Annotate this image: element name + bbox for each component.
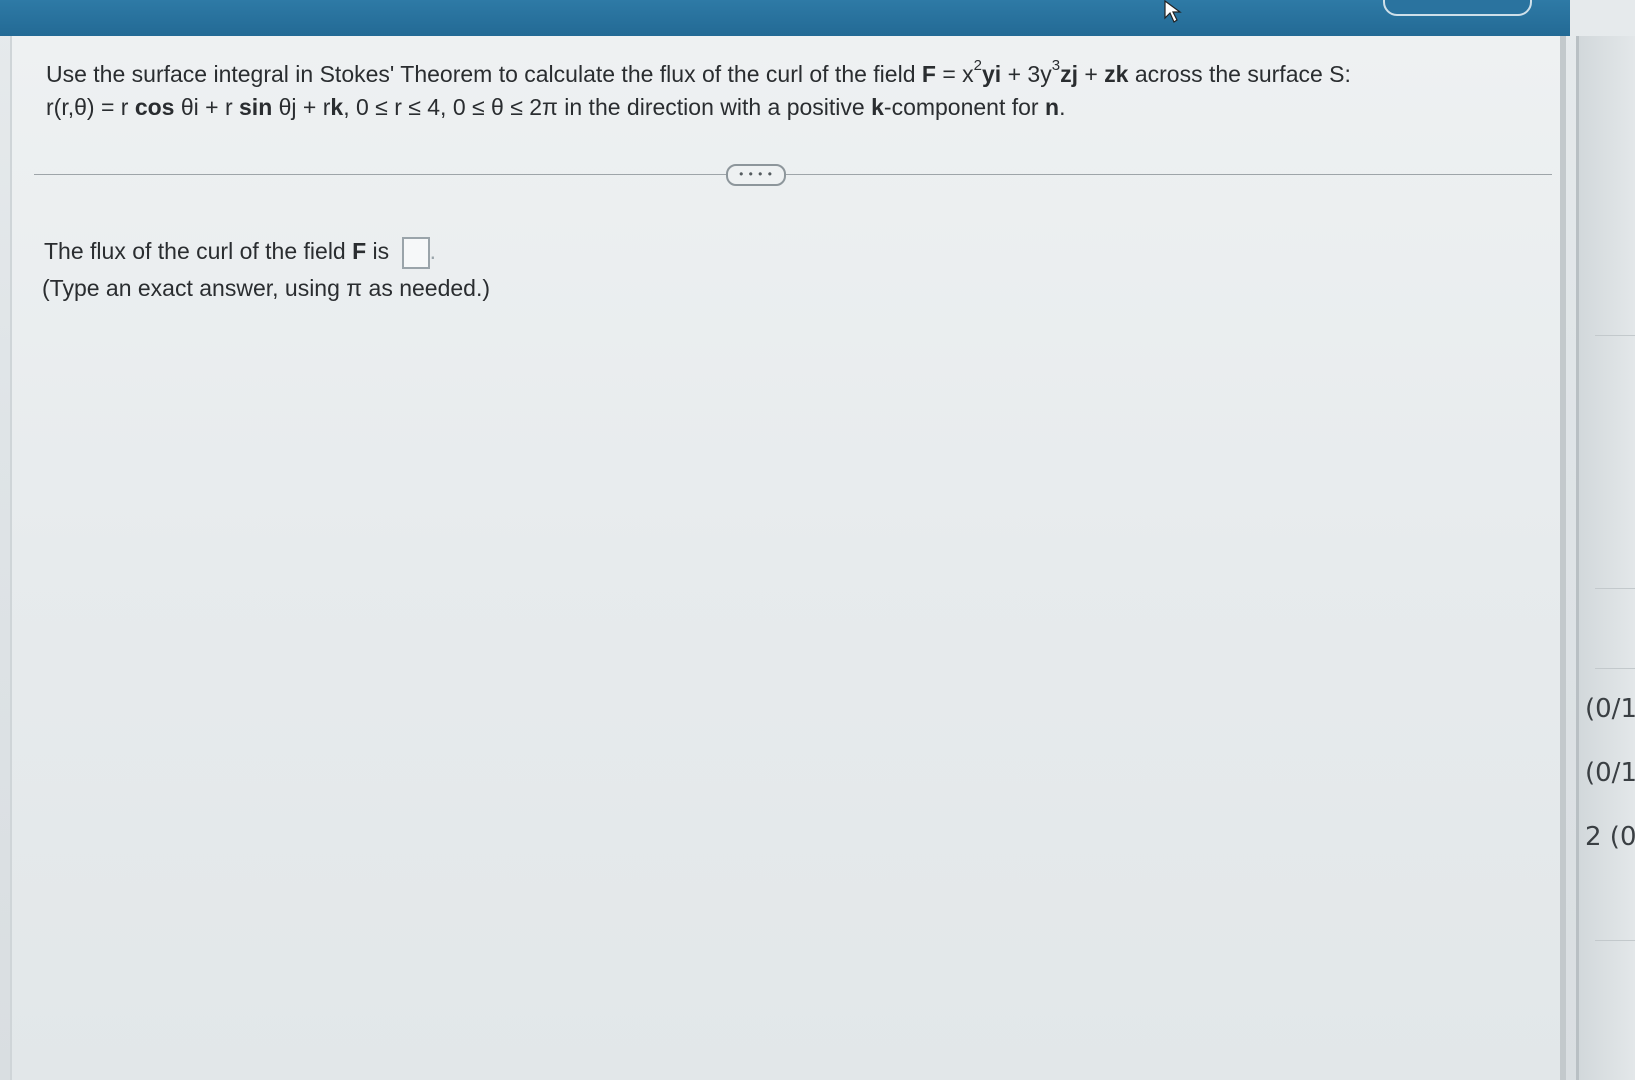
question-text: Use the surface integral in Stokes' Theo… xyxy=(46,58,1446,124)
plus: + xyxy=(1077,61,1105,87)
theta-i: θi + r xyxy=(174,94,240,120)
sidebar-divider xyxy=(1595,668,1635,669)
k-component: k xyxy=(871,94,884,120)
period: . xyxy=(1059,94,1066,120)
question-intro: Use the surface integral in Stokes' Theo… xyxy=(46,61,922,87)
screen: Use the surface integral in Stokes' Theo… xyxy=(0,0,1635,1080)
answer-period: . xyxy=(429,238,436,264)
r-function: r(r,θ) = r xyxy=(46,94,135,120)
top-bar xyxy=(0,0,1570,36)
answer-field-symbol: F xyxy=(352,238,367,264)
score-item[interactable]: (0/1 xyxy=(1585,694,1635,724)
expand-more-button[interactable]: • • • • xyxy=(726,164,786,186)
parameter-range: , 0 ≤ r ≤ 4, 0 ≤ θ ≤ 2π in the direction… xyxy=(343,94,872,120)
answer-input[interactable] xyxy=(401,236,430,269)
score-item[interactable]: (0/1 xyxy=(1585,758,1635,788)
across-surface: across the surface S: xyxy=(1128,61,1351,87)
mouse-cursor-icon xyxy=(1164,0,1182,23)
normal-n: n xyxy=(1045,94,1060,120)
component-for: -component for xyxy=(883,94,1045,120)
divider xyxy=(34,174,1552,175)
answer-is: is xyxy=(366,238,390,264)
field-symbol: F xyxy=(921,61,936,87)
exponent-3: 3 xyxy=(1051,57,1061,75)
sidebar-divider xyxy=(1595,588,1635,589)
sin: sin xyxy=(239,94,273,120)
top-bar-button[interactable] xyxy=(1383,0,1532,16)
answer-hint: (Type an exact answer, using π as needed… xyxy=(42,275,491,301)
right-sidebar xyxy=(1576,36,1635,1080)
plus-3y: + 3y xyxy=(1001,61,1052,87)
answer-prefix: The flux of the curl of the field xyxy=(44,238,353,264)
term-zk: zk xyxy=(1104,61,1129,87)
sidebar-divider xyxy=(1595,940,1635,941)
equals-x: = x xyxy=(935,61,974,87)
score-item[interactable]: 2 (0/ xyxy=(1585,822,1635,852)
term-yi: yi xyxy=(982,61,1002,87)
answer-line: The flux of the curl of the field F is . xyxy=(44,234,436,269)
term-zj: zj xyxy=(1060,61,1078,87)
theta-j: θj xyxy=(272,94,297,120)
plus-r: + r xyxy=(296,94,331,120)
cos: cos xyxy=(134,94,175,120)
sidebar-divider xyxy=(1595,335,1635,336)
unit-k: k xyxy=(330,94,344,120)
question-panel: Use the surface integral in Stokes' Theo… xyxy=(10,36,1566,1080)
exponent-2: 2 xyxy=(973,57,983,75)
